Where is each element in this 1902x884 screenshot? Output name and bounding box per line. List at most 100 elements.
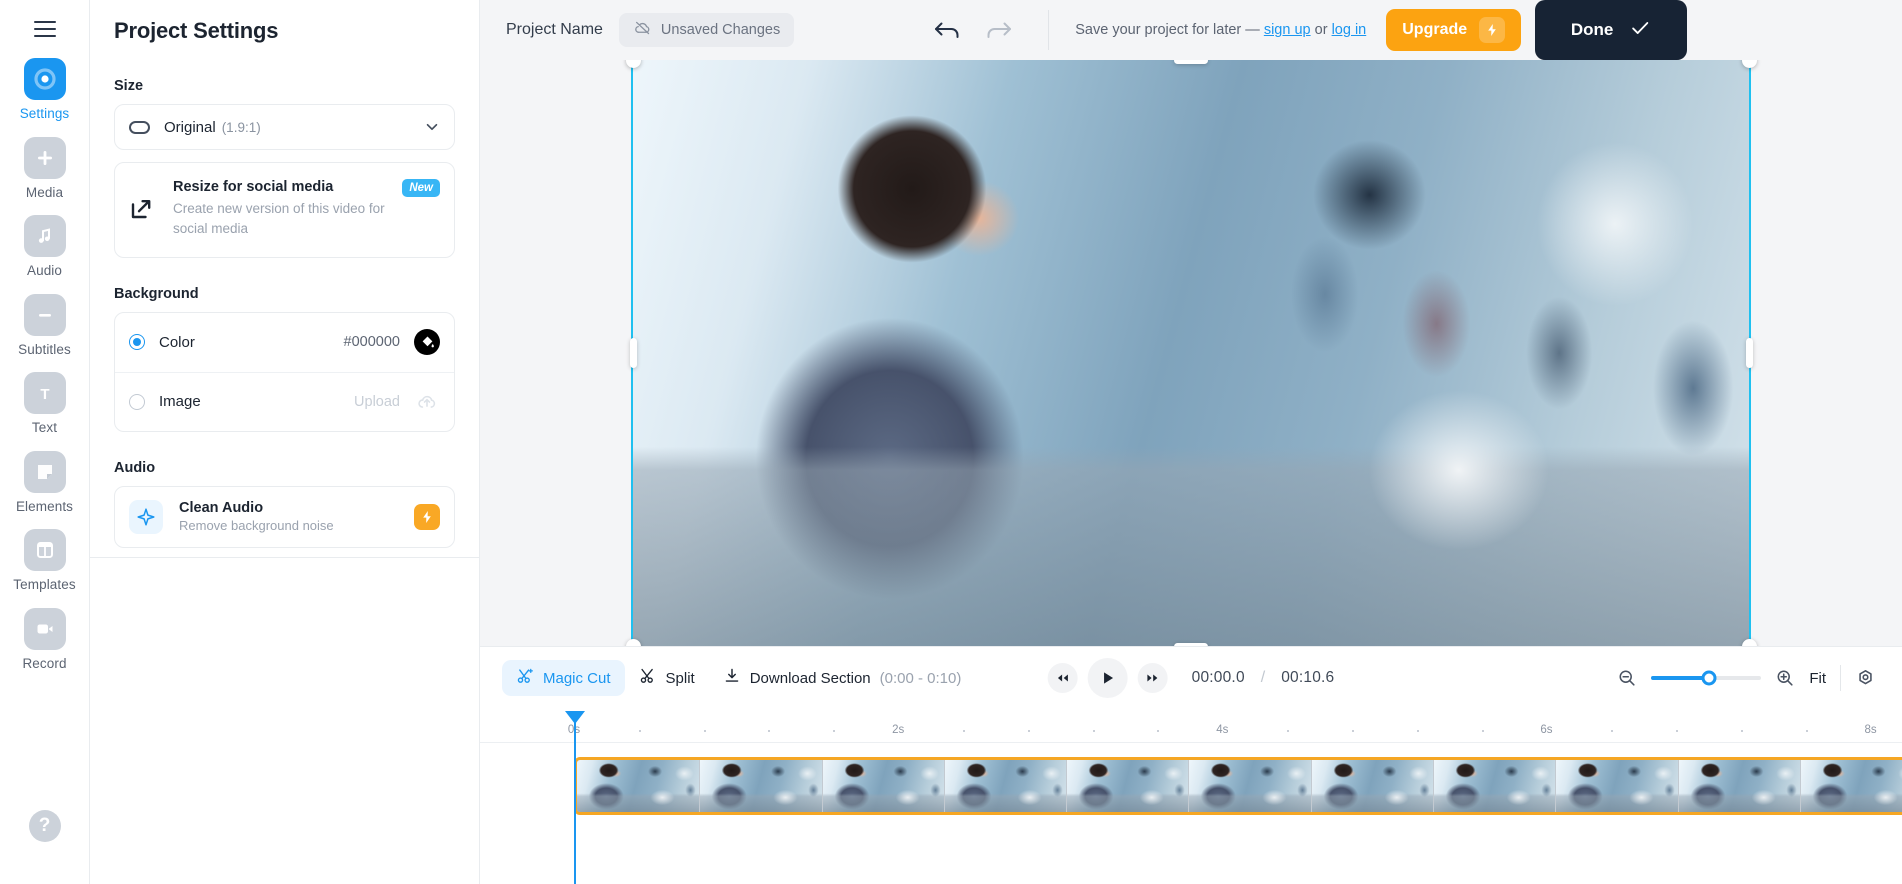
sidebar-item-audio[interactable]: Audio	[8, 215, 82, 278]
bolt-icon	[414, 503, 440, 530]
radio-color[interactable]	[129, 334, 145, 350]
zoom-controls: Fit	[1617, 665, 1876, 691]
color-picker-swatch[interactable]	[414, 329, 440, 355]
resize-handle-left[interactable]	[629, 338, 637, 368]
zoom-out-icon[interactable]	[1617, 668, 1637, 688]
clean-audio-card[interactable]: Clean Audio Remove background noise	[114, 485, 455, 548]
zoom-divider	[1840, 665, 1841, 691]
video-clip[interactable]	[574, 757, 1902, 815]
plus-icon	[23, 136, 66, 179]
size-select[interactable]: Original (1.9:1)	[114, 104, 455, 150]
ruler-minor-tick	[1351, 730, 1354, 732]
clip-thumbnail-image	[1678, 760, 1800, 812]
clip-thumbnail-image	[1556, 760, 1678, 812]
clip-thumbnail	[1188, 760, 1311, 812]
total-time: 00:10.6	[1281, 669, 1335, 686]
magic-cut-icon	[516, 667, 534, 689]
save-note-text: Save your project for later —	[1075, 22, 1260, 38]
ruler-minor-tick	[1805, 730, 1808, 732]
sidebar-item-label: Elements	[15, 498, 74, 514]
gear-icon[interactable]	[1855, 668, 1876, 689]
sidebar-item-record[interactable]: Record	[8, 607, 82, 671]
clip-thumbnail-image	[1800, 760, 1902, 812]
ruler-minor-tick	[962, 730, 965, 732]
zoom-in-icon[interactable]	[1775, 668, 1795, 688]
clip-thumbnail	[1432, 760, 1556, 812]
settings-target-icon	[23, 58, 66, 100]
clean-audio-title: Clean Audio	[179, 500, 264, 516]
project-name[interactable]: Project Name	[506, 21, 603, 39]
background-color-row[interactable]: Color #000000	[115, 313, 454, 372]
clip-thumbnail-image	[577, 760, 700, 812]
elements-shape-icon	[23, 450, 66, 493]
clip-thumbnail	[577, 760, 700, 812]
sidebar-item-media[interactable]: Media	[8, 136, 82, 200]
done-button[interactable]: Done	[1535, 0, 1688, 60]
upgrade-button[interactable]: Upgrade	[1386, 9, 1522, 51]
clip-thumbnail	[1555, 760, 1678, 812]
timeline-ruler[interactable]: 0s2s4s6s8s10s	[480, 709, 1902, 743]
external-expand-icon	[129, 179, 159, 239]
ruler-minor-tick	[768, 730, 771, 732]
templates-layout-icon	[23, 529, 66, 571]
split-label: Split	[665, 669, 695, 687]
radio-image[interactable]	[129, 393, 145, 410]
clip-thumbnail-image	[700, 760, 822, 812]
sidebar-item-label: Subtitles	[18, 341, 71, 357]
redo-arrow-icon[interactable]	[984, 19, 1014, 41]
fast-forward-icon[interactable]	[1137, 663, 1168, 693]
left-nav-rail: Settings Media Audio Subtitles T Text El…	[0, 0, 90, 884]
sign-up-link[interactable]: sign up	[1264, 22, 1311, 38]
resize-for-social-media-card[interactable]: Resize for social media New Create new v…	[114, 162, 455, 258]
canvas-selection	[625, 12, 1757, 654]
ruler-minor-tick	[1481, 730, 1484, 732]
playhead[interactable]	[574, 711, 576, 884]
timeline-toolbar: Magic Cut Split Download Section (0:00 - …	[480, 647, 1902, 709]
video-frame-image	[633, 60, 1749, 646]
rewind-icon[interactable]	[1047, 663, 1078, 693]
upgrade-button-label: Upgrade	[1402, 21, 1468, 38]
log-in-link[interactable]: log in	[1332, 22, 1367, 38]
resize-handle-right[interactable]	[1745, 338, 1753, 368]
clip-thumbnail-image	[1067, 760, 1189, 812]
ruler-minor-tick	[1740, 730, 1743, 732]
zoom-slider-knob[interactable]	[1701, 670, 1717, 686]
svg-text:T: T	[40, 386, 49, 403]
sidebar-item-label: Settings	[19, 106, 70, 121]
panel-divider	[90, 557, 479, 558]
bolt-icon	[1479, 17, 1506, 43]
ruler-tick-label: 2s	[892, 724, 905, 736]
download-icon	[723, 667, 741, 689]
clip-thumbnail	[699, 760, 822, 812]
zoom-slider[interactable]	[1651, 670, 1762, 686]
sidebar-item-elements[interactable]: Elements	[8, 450, 82, 514]
cloud-upload-icon[interactable]	[414, 389, 440, 415]
download-section-button[interactable]: Download Section (0:00 - 0:10)	[709, 660, 976, 696]
sidebar-item-subtitles[interactable]: Subtitles	[8, 293, 82, 357]
resize-card-title: Resize for social media	[173, 179, 334, 195]
magic-cut-button[interactable]: Magic Cut	[502, 660, 625, 696]
split-button[interactable]: Split	[625, 660, 709, 696]
play-icon[interactable]	[1087, 658, 1128, 698]
help-icon[interactable]: ?	[28, 810, 61, 842]
hamburger-icon[interactable]	[28, 14, 62, 44]
ruler-minor-tick	[1092, 730, 1095, 732]
sidebar-item-settings[interactable]: Settings	[8, 58, 82, 121]
project-settings-panel: Project Settings Size Original (1.9:1) R…	[90, 0, 480, 884]
background-image-row[interactable]: Image Upload	[115, 371, 454, 431]
cloud-off-icon	[633, 18, 652, 42]
sparkle-icon	[129, 499, 163, 534]
undo-arrow-icon[interactable]	[932, 19, 962, 41]
clip-thumbnail	[943, 760, 1067, 812]
fit-button[interactable]: Fit	[1809, 670, 1826, 687]
unsaved-changes-badge[interactable]: Unsaved Changes	[618, 13, 795, 47]
video-preview-canvas[interactable]	[631, 58, 1751, 648]
timeline-panel: Magic Cut Split Download Section (0:00 - …	[480, 646, 1902, 884]
sidebar-item-label: Audio	[26, 263, 63, 278]
magic-cut-label: Magic Cut	[543, 669, 611, 687]
sidebar-item-text[interactable]: T Text	[8, 372, 82, 435]
sidebar-item-templates[interactable]: Templates	[8, 529, 82, 592]
video-camera-icon	[23, 607, 66, 650]
ruler-tick-label: 8s	[1864, 724, 1877, 736]
save-project-note: Save your project for later — sign up or…	[1075, 22, 1366, 38]
